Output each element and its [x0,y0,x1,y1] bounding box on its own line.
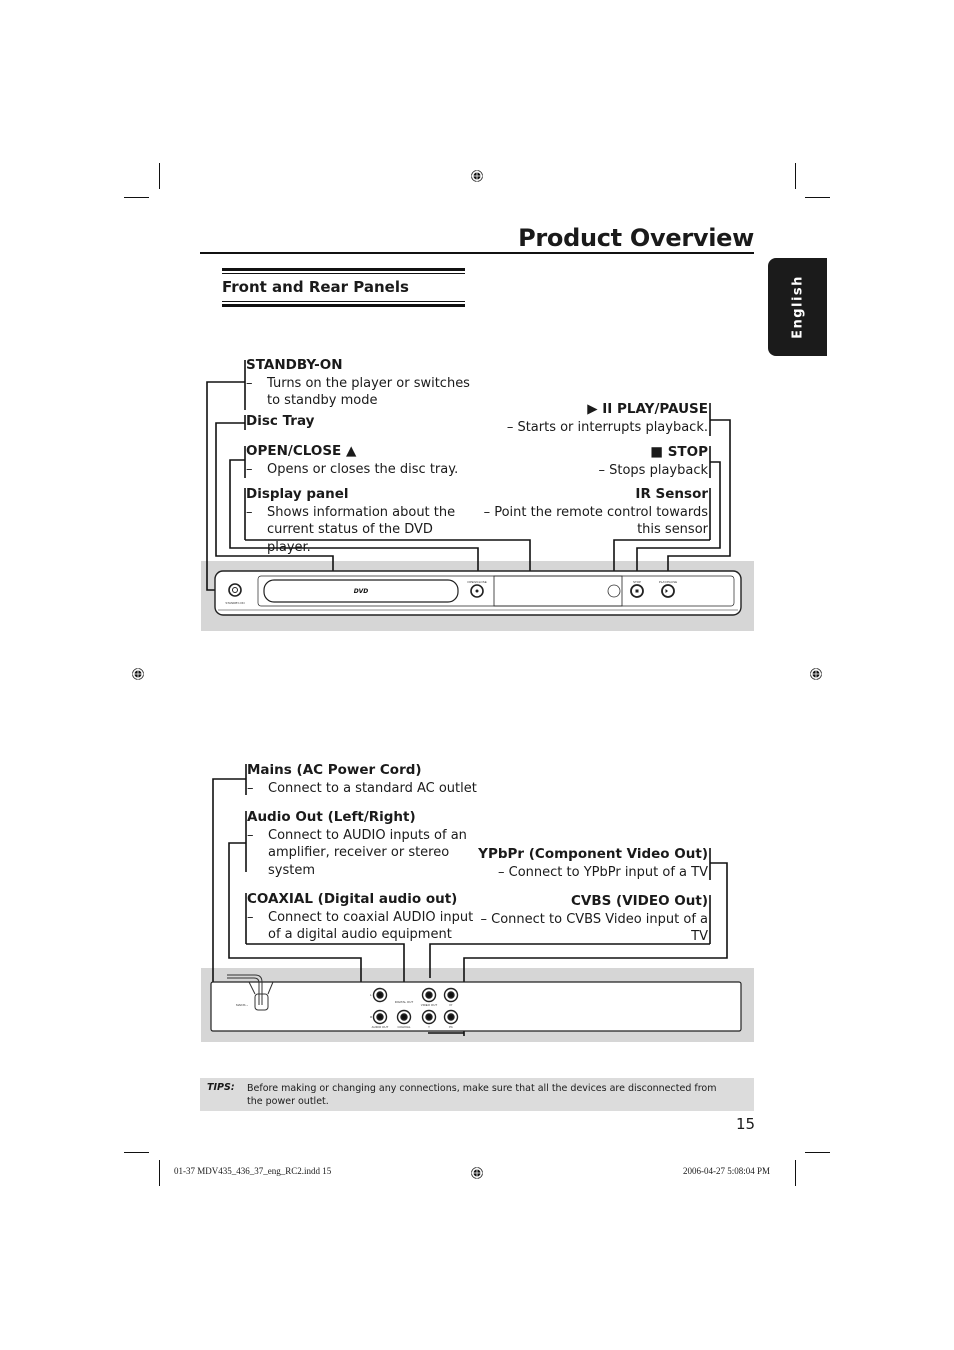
tips-label: TIPS: [207,1082,235,1093]
pr-jack-icon [443,987,459,1003]
audio-out-jack-icon [372,1009,388,1025]
dvd-player-rear [210,981,742,1032]
video-out-label: VIDEO OUT [421,1003,438,1007]
coaxial-jack-icon [396,1009,412,1025]
audio-out-label: AUDIO OUT [372,1025,389,1029]
slug-filename: 01-37 MDV435_436_37_eng_RC2.indd 15 [174,1166,332,1176]
page-number: 15 [736,1115,756,1133]
video-out-jack-icon [421,987,437,1003]
digital-out-label: DIGITAL OUT [395,1000,414,1004]
y-label: Y [428,1025,430,1029]
coaxial-label: COAXIAL [397,1025,410,1029]
rear-panel-diagram: MAINS ~ AUDIO OUT DIGITAL OUT COAXIAL VI… [210,764,742,1036]
tips-box: TIPS: Before making or changing any conn… [200,1078,754,1111]
slug-timestamp: 2006-04-27 5:08:04 PM [683,1166,771,1176]
pb-label: Pb [449,1025,453,1029]
audio-out-jack-icon [372,987,388,1003]
y-jack-icon [421,1009,437,1025]
pr-label: Pr [450,1003,453,1007]
tips-text: Before making or changing any connection… [247,1083,717,1107]
pb-jack-icon [443,1009,459,1025]
mains-label: MAINS ~ [236,1003,248,1007]
